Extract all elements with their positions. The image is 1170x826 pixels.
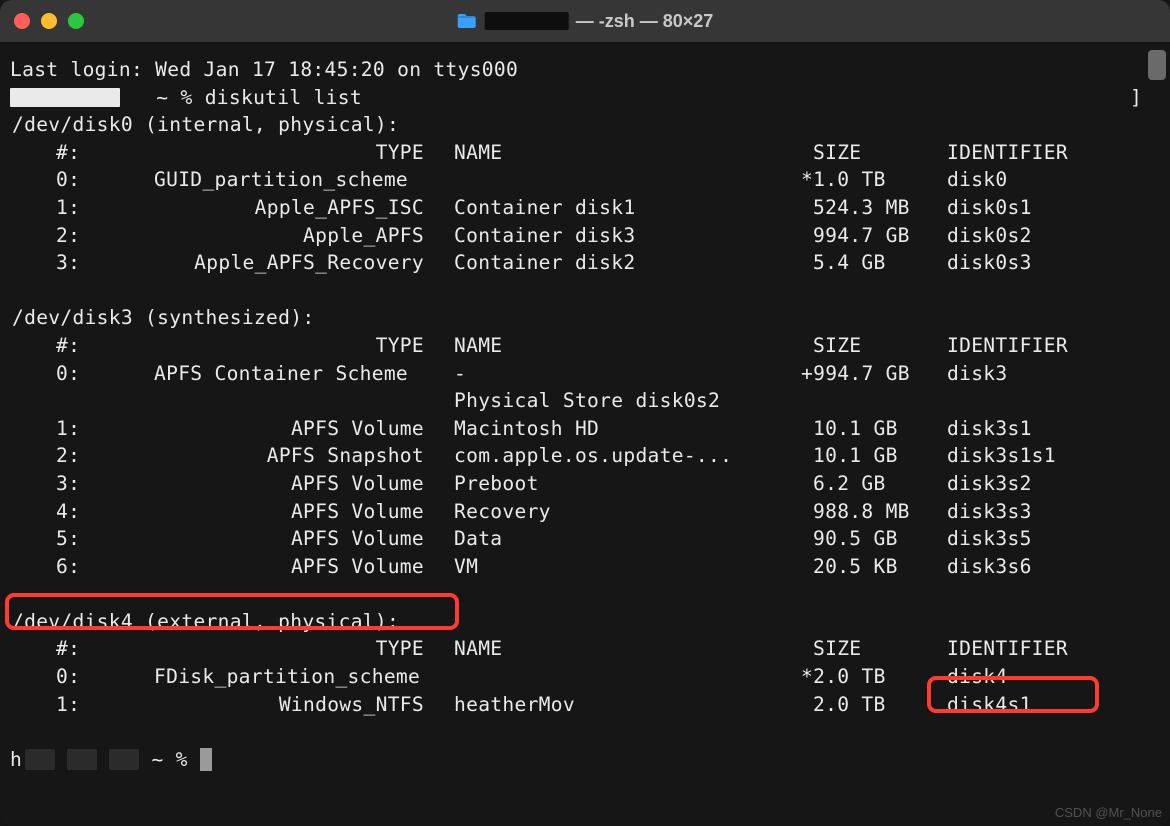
disk4-row: 0:FDisk_partition_scheme*2.0 TBdisk4 [10,663,1160,691]
redacted-host [10,88,120,107]
disk0-header: /dev/disk0 (internal, physical): [12,111,399,139]
col-size-header: SIZE [813,139,861,167]
redacted-host2c [109,749,139,770]
redacted-host2b [67,749,97,770]
disk4-row: 1:Windows_NTFSheatherMov2.0 TBdisk4s1 [10,691,1160,719]
redacted-host2a [25,749,55,770]
disk3-row: 1:APFS VolumeMacintosh HD10.1 GBdisk3s1 [10,415,1160,443]
prompt2-marker: ~ % [151,748,187,771]
col-name-header: NAME [454,139,502,167]
disk3-row: 4:APFS VolumeRecovery988.8 MBdisk3s3 [10,498,1160,526]
last-login-prefix: Last login: [10,58,155,81]
disk3-row: 6:APFS VolumeVM20.5 KBdisk3s6 [10,553,1160,581]
terminal-output: Last login: Wed Jan 17 18:45:20 on ttys0… [10,56,1160,773]
disk0-row: 3:Apple_APFS_RecoveryContainer disk25.4 … [10,249,1160,277]
disk3-row: 0:APFS Container Scheme-+994.7 GBdisk3 [10,360,1160,388]
disk0-row: 0:GUID_partition_scheme*1.0 TBdisk0 [10,166,1160,194]
disk3-row: 3:APFS VolumePreboot6.2 GBdisk3s2 [10,470,1160,498]
disk3-row: Physical Store disk0s2 [10,387,1160,415]
last-login-tty: on ttys000 [385,58,518,81]
close-button[interactable] [14,13,30,29]
traffic-lights [14,13,84,29]
window-title: — -zsh — 80×27 [457,11,714,32]
disk0-row: 2:Apple_APFSContainer disk3994.7 GBdisk0… [10,222,1160,250]
disk3-row: 2:APFS Snapshotcom.apple.os.update-...10… [10,442,1160,470]
prompt2-h: h [10,748,22,771]
cursor [200,748,212,771]
minimize-button[interactable] [41,13,57,29]
col-type-header: TYPE [376,139,424,167]
disk3-header: /dev/disk3 (synthesized): [12,304,314,332]
disk4-header: /dev/disk4 (external, physical): [12,608,399,636]
zoom-button[interactable] [68,13,84,29]
folder-icon [457,13,477,29]
last-login-time: Wed Jan 17 18:45:20 [155,58,385,81]
disk3-row: 5:APFS VolumeData90.5 GBdisk3s5 [10,525,1160,553]
terminal-window: — -zsh — 80×27 Last login: Wed Jan 17 18… [0,0,1170,826]
col-ident-header: IDENTIFIER [947,139,1068,167]
watermark: CSDN @Mr_None [1055,805,1162,820]
prompt-marker: ~ % [156,86,192,109]
titlebar[interactable]: — -zsh — 80×27 [0,0,1170,42]
bracket-right: ] [1130,84,1142,112]
terminal-body[interactable]: Last login: Wed Jan 17 18:45:20 on ttys0… [0,42,1170,826]
command-text: diskutil list [205,86,362,109]
redacted-title [485,12,569,30]
col-num-header: #: [56,139,80,167]
title-suffix: — -zsh — 80×27 [571,11,714,31]
disk0-row: 1:Apple_APFS_ISCContainer disk1524.3 MBd… [10,194,1160,222]
